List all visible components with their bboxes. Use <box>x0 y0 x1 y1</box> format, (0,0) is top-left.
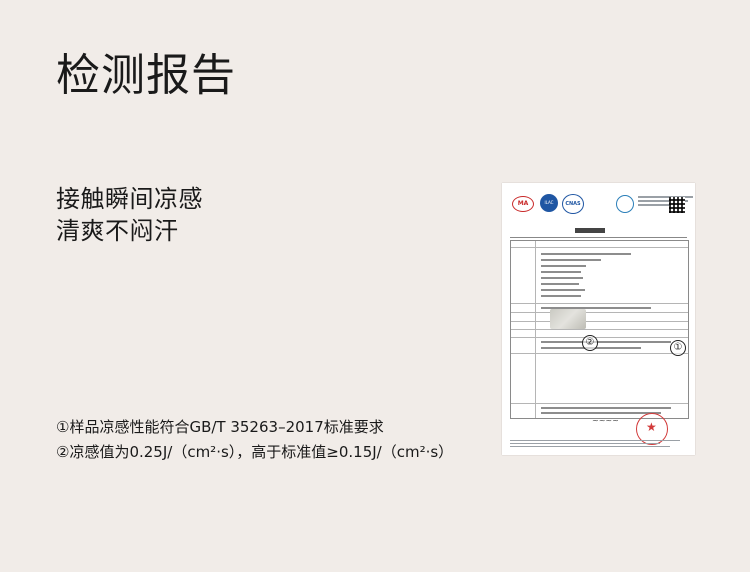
qr-code-icon <box>669 197 685 213</box>
feature-line-2: 清爽不闷汗 <box>56 217 179 245</box>
marker-1: ① <box>670 340 686 356</box>
cnas-logo-icon: CNAS <box>562 194 584 214</box>
marker-2: ② <box>582 335 598 351</box>
report-title-bar <box>510 228 687 238</box>
report-footer <box>510 440 687 449</box>
note-line-2: ②凉感值为0.25J/（cm²·s），高于标准值≥0.15J/（cm²·s） <box>56 443 454 461</box>
org-logo-icon <box>616 195 634 213</box>
test-notes: ①样品凉感性能符合GB/T 35263–2017标准要求 ②凉感值为0.25J/… <box>56 415 453 465</box>
cma-logo-icon: MA <box>512 196 534 212</box>
page-title: 检测报告 <box>56 50 236 101</box>
test-report-image: MA ILAC CNAS ② ① ~~~~ ★ <box>502 183 695 455</box>
ilac-logo-icon: ILAC <box>540 194 558 212</box>
report-table <box>510 240 689 419</box>
note-line-1: ①样品凉感性能符合GB/T 35263–2017标准要求 <box>56 418 384 436</box>
feature-text: 接触瞬间凉感 清爽不闷汗 <box>56 183 203 247</box>
signature: ~~~~ <box>592 416 619 425</box>
fabric-sample-image <box>550 309 586 329</box>
feature-line-1: 接触瞬间凉感 <box>56 185 203 213</box>
